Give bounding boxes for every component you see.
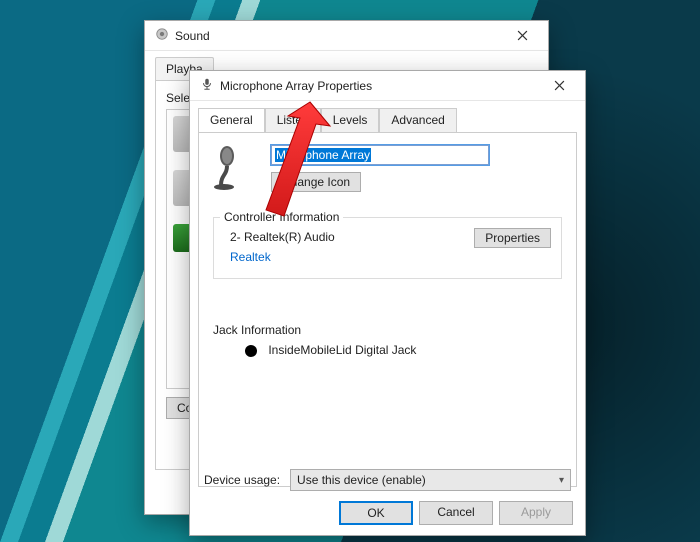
controller-legend: Controller Information (220, 210, 343, 224)
tab-levels[interactable]: Levels (321, 108, 380, 133)
sound-titlebar[interactable]: Sound (145, 21, 548, 51)
tab-listen[interactable]: Listen (265, 108, 321, 133)
change-icon-button[interactable]: Change Icon (271, 172, 361, 192)
cancel-button[interactable]: Cancel (419, 501, 493, 525)
microphone-icon (200, 77, 214, 94)
jack-name: InsideMobileLid Digital Jack (268, 343, 416, 357)
jack-color-dot (245, 345, 257, 357)
prop-titlebar[interactable]: Microphone Array Properties (190, 71, 585, 101)
ok-button[interactable]: OK (339, 501, 413, 525)
device-usage-combo[interactable]: Use this device (enable) ▾ (290, 469, 571, 491)
mic-properties-window: Microphone Array Properties General List… (189, 70, 586, 536)
properties-button[interactable]: Properties (474, 228, 551, 248)
controller-groupbox: Controller Information 2- Realtek(R) Aud… (213, 217, 562, 279)
tab-advanced[interactable]: Advanced (379, 108, 456, 133)
device-usage-label: Device usage: (204, 473, 280, 487)
controller-name: 2- Realtek(R) Audio (230, 230, 335, 244)
apply-button[interactable]: Apply (499, 501, 573, 525)
device-name-input[interactable]: Microphone Array (271, 145, 489, 165)
controller-vendor-link[interactable]: Realtek (230, 250, 335, 264)
close-icon[interactable] (537, 72, 581, 100)
device-large-icon (213, 145, 251, 193)
close-icon[interactable] (500, 22, 544, 50)
tab-general[interactable]: General (198, 108, 265, 133)
sound-title: Sound (175, 29, 494, 43)
prop-title: Microphone Array Properties (220, 79, 531, 93)
speaker-icon (155, 27, 169, 44)
chevron-down-icon: ▾ (559, 475, 564, 486)
jack-info-label: Jack Information (213, 323, 562, 337)
